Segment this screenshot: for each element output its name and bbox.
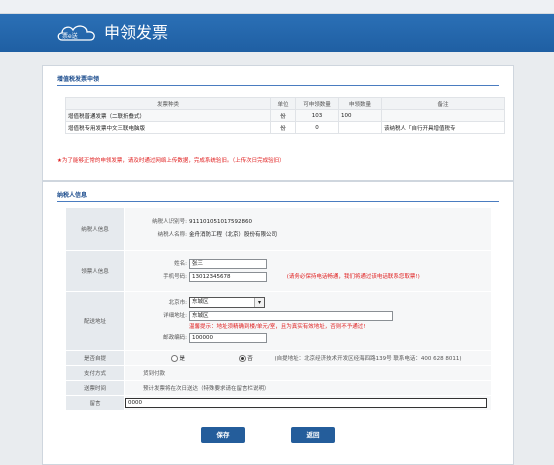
invoice-available: 0 bbox=[295, 121, 339, 134]
collector-phone-input[interactable]: 13012345678 bbox=[189, 271, 267, 282]
invoice-unit: 份 bbox=[270, 109, 296, 122]
column-header: 单位 bbox=[270, 97, 296, 110]
payment-value: 货到付款 bbox=[124, 365, 492, 381]
invoice-table: 发票种类 单位 可申领数量 申领数量 备注 增值税普通发票（二联折叠式） 份 1… bbox=[65, 97, 505, 134]
collector-phone-label: 手机号码: bbox=[163, 274, 187, 280]
city-label: 北京市: bbox=[168, 300, 187, 306]
address-cell: 北京市: 东城区 ▾ 详细地址: 东城区 温馨提示：地址须精确到楼/单元/室，且为真实… bbox=[124, 291, 492, 351]
invoice-type: 增值税专用发票中文三联电脑版 bbox=[65, 121, 271, 134]
address-warning: 温馨提示：地址须精确到楼/单元/室，且为真实有效地址，否则不予通过! bbox=[189, 324, 366, 330]
taxpayer-id-value: 911101051017592860 bbox=[189, 219, 252, 225]
invoice-available: 103 bbox=[295, 109, 339, 122]
collector-name-label: 姓名: bbox=[174, 261, 187, 267]
pickup-no-radio[interactable] bbox=[238, 355, 246, 362]
taxpayer-panel: 纳税人信息 纳税人信息 纳税人识别号: 911101051017592860 纳税… bbox=[42, 181, 514, 465]
self-pickup-cell: 是 否 (自提地址：北京经济技术开发区经海四路139号 联系电话：400 628… bbox=[124, 350, 492, 366]
table-row: 增值税普通发票（二联折叠式） 份 103 100 bbox=[65, 109, 505, 122]
invoice-note: 该纳税人「自行开具增值税专 bbox=[381, 121, 505, 134]
pickup-yes-radio[interactable] bbox=[170, 355, 178, 362]
invoice-section-title: 增值税发票申领 bbox=[57, 76, 100, 83]
collector-label: 领票人信息 bbox=[65, 250, 125, 292]
payment-label: 支付方式 bbox=[65, 365, 125, 381]
table-header-row: 发票种类 单位 可申领数量 申领数量 备注 bbox=[65, 97, 505, 110]
collector-cell: 姓名: 张三 手机号码: 13012345678 (请务必保持电话畅通，我们将通过该… bbox=[124, 250, 492, 292]
detail-address-label: 详细地址: bbox=[163, 313, 187, 319]
column-header: 发票种类 bbox=[65, 97, 271, 110]
save-button[interactable]: 保存 bbox=[201, 427, 245, 443]
district-value: 东城区 bbox=[192, 299, 209, 305]
section-divider bbox=[57, 201, 499, 202]
invoice-requested[interactable]: 100 bbox=[338, 109, 382, 122]
page-title: 申领发票 bbox=[104, 23, 169, 42]
taxpayer-info-label: 纳税人信息 bbox=[65, 207, 125, 251]
invoice-type: 增值税普通发票（二联折叠式） bbox=[65, 109, 271, 122]
postal-code-input[interactable]: 100000 bbox=[189, 332, 267, 343]
collector-name-input[interactable]: 张三 bbox=[189, 258, 267, 269]
self-pickup-label: 是否自提 bbox=[65, 350, 125, 366]
table-row: 增值税专用发票中文三联电脑版 份 0 该纳税人「自行开具增值税专 bbox=[65, 121, 505, 134]
taxpayer-section-title: 纳税人信息 bbox=[57, 192, 88, 199]
taxpayer-form: 纳税人信息 纳税人识别号: 911101051017592860 纳税人名称: 金舟… bbox=[65, 207, 492, 411]
postal-code-label: 邮政编码: bbox=[163, 335, 187, 341]
delivery-time-value: 预计发票将在次日送达（特殊要求请在留言栏说明） bbox=[124, 380, 492, 396]
invoice-note bbox=[381, 109, 505, 122]
column-header: 申领数量 bbox=[338, 97, 382, 110]
invoice-requested bbox=[338, 121, 382, 134]
taxpayer-id-label: 纳税人识别号: bbox=[152, 219, 187, 225]
taxpayer-name-value: 金舟消防工程（北京）股份有限公司 bbox=[189, 232, 278, 238]
browser-top-strip bbox=[0, 0, 554, 14]
message-label: 留言 bbox=[65, 395, 125, 411]
logo-text: 票e送 bbox=[62, 32, 78, 40]
logo-cloud-icon: 票e送 bbox=[57, 25, 95, 41]
pickup-address-note: (自提地址：北京经济技术开发区经海四路139号 联系电话：400 628 801… bbox=[274, 356, 462, 362]
invoice-panel: 增值税发票申领 发票种类 单位 可申领数量 申领数量 备注 增值税普通发票（二联… bbox=[42, 65, 514, 181]
column-header: 可申领数量 bbox=[295, 97, 339, 110]
phone-hint: (请务必保持电话畅通，我们将通过该电话联系您取票!) bbox=[286, 274, 420, 280]
pickup-no-label: 否 bbox=[247, 356, 253, 362]
column-header: 备注 bbox=[381, 97, 505, 110]
delivery-time-label: 送票时间 bbox=[65, 380, 125, 396]
taxpayer-info-cell: 纳税人识别号: 911101051017592860 纳税人名称: 金舟消防工程（北… bbox=[124, 207, 492, 251]
chevron-down-icon[interactable]: ▾ bbox=[254, 298, 264, 307]
message-cell: 0000 bbox=[124, 395, 492, 411]
upload-warning: ★为了能够正常的申领发票，请及时通过网络上传数据，完成系统验旧。（上传次日完成验… bbox=[57, 158, 285, 164]
detail-address-input[interactable]: 东城区 bbox=[189, 310, 393, 321]
message-input[interactable]: 0000 bbox=[125, 398, 487, 408]
back-button[interactable]: 返回 bbox=[291, 427, 335, 443]
address-label: 配送地址 bbox=[65, 291, 125, 351]
section-divider bbox=[57, 85, 499, 86]
pickup-yes-label: 是 bbox=[179, 356, 186, 362]
district-select[interactable]: 东城区 ▾ bbox=[189, 297, 265, 308]
invoice-unit: 份 bbox=[270, 121, 296, 134]
taxpayer-name-label: 纳税人名称: bbox=[157, 232, 187, 238]
